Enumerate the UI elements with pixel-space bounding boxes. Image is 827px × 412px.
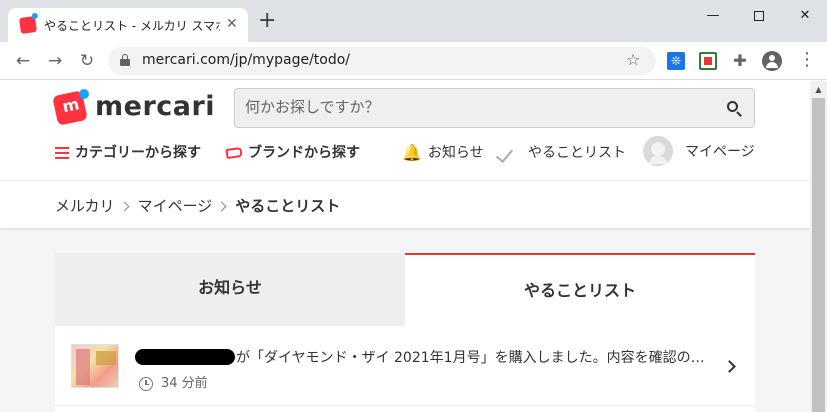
back-icon[interactable]: ← [12,50,34,72]
notifications-link[interactable]: 🔔 お知らせ [402,142,484,164]
extensions-puzzle-icon[interactable]: ✚ [731,52,749,70]
brand-label: ブランドから探す [248,145,360,161]
search-icon[interactable] [727,101,743,117]
browser-tab-bar: やることリスト - メルカリ スマホでかんたん ✕ + — ✕ [0,0,827,42]
forward-icon[interactable]: → [44,50,66,72]
search-box [234,88,755,128]
mercari-logo-dot [79,89,89,99]
list-item[interactable]: が「ダイヤモンド・ザイ 2021年1月号」を購入しました。内容を確認の… 34 … [55,326,755,406]
extension-icon[interactable]: ❊ [667,52,685,70]
content-tabs: お知らせ やることリスト [55,253,755,326]
new-tab-button[interactable]: + [258,10,276,32]
todo-timestamp: 34 分前 [139,372,208,391]
mypage-link[interactable]: マイページ [643,136,755,168]
breadcrumb-home[interactable]: メルカリ [55,197,115,215]
notifications-label: お知らせ [427,145,484,161]
category-link[interactable]: カテゴリーから探す [55,142,201,164]
maximize-icon [754,10,764,21]
lock-icon[interactable] [120,54,130,66]
profile-icon[interactable] [762,51,782,71]
tab-title: やることリスト - メルカリ スマホでかんたん [44,19,220,33]
category-label: カテゴリーから探す [75,145,201,161]
chevron-right-icon [216,201,227,211]
product-thumbnail [71,344,119,388]
logo-text: mercari [95,91,216,122]
browser-toolbar: ← → ↻ mercari.com/jp/mypage/todo/ ☆ ❊ ✚ … [0,42,827,80]
clock-icon [139,376,153,391]
chevron-right-icon [119,201,130,211]
todo-link[interactable]: やることリスト [498,142,626,164]
mercari-logo[interactable]: mercari [52,89,215,126]
check-icon [498,146,518,158]
tab-notifications[interactable]: お知らせ [55,253,405,326]
reload-icon[interactable]: ↻ [76,50,98,72]
tab-todo[interactable]: やることリスト [405,253,755,326]
browser-menu-icon[interactable]: ⋮ [798,50,816,70]
bell-icon: 🔔 [402,142,422,162]
page-viewport: mercari カテゴリーから探す ブランドから探す 🔔 お知らせ やることリスト… [0,81,810,412]
scroll-up-arrow-icon[interactable]: ▲ [810,81,827,98]
breadcrumb-current: やることリスト [235,197,341,215]
address-bar[interactable]: mercari.com/jp/mypage/todo/ ☆ [108,47,656,75]
todo-label: やることリスト [528,145,626,161]
header-divider [0,180,810,181]
extension-red-square-icon[interactable] [699,52,717,70]
breadcrumb-mypage[interactable]: マイページ [138,197,213,215]
tab-close-icon[interactable]: ✕ [226,16,238,32]
browser-tab[interactable]: やることリスト - メルカリ スマホでかんたん ✕ [8,8,248,42]
scrollbar-thumb[interactable] [812,98,825,412]
chevron-right-icon[interactable] [723,360,736,373]
redacted-username [135,349,235,365]
brand-link[interactable]: ブランドから探す [225,142,360,164]
url-text[interactable]: mercari.com/jp/mypage/todo/ [142,52,350,68]
mypage-label: マイページ [685,144,755,160]
tag-icon [225,146,243,160]
breadcrumb: メルカリ マイページ やることリスト [55,195,340,216]
todo-list: が「ダイヤモンド・ザイ 2021年1月号」を購入しました。内容を確認の… 34 … [55,326,755,412]
minimize-button[interactable]: — [690,4,736,28]
todo-message: が「ダイヤモンド・ザイ 2021年1月号」を購入しました。内容を確認の… [236,350,705,366]
avatar [643,136,673,166]
time-label: 34 分前 [161,376,208,391]
close-window-button[interactable]: ✕ [782,4,827,28]
mercari-favicon-icon [18,15,38,35]
page-scrollbar[interactable]: ▲ [810,81,827,412]
bookmark-star-icon[interactable]: ☆ [626,50,640,69]
maximize-button[interactable] [736,4,782,28]
search-input[interactable] [245,98,705,116]
site-header: mercari カテゴリーから探す ブランドから探す 🔔 お知らせ やることリスト… [0,81,810,228]
list-icon [55,147,69,159]
